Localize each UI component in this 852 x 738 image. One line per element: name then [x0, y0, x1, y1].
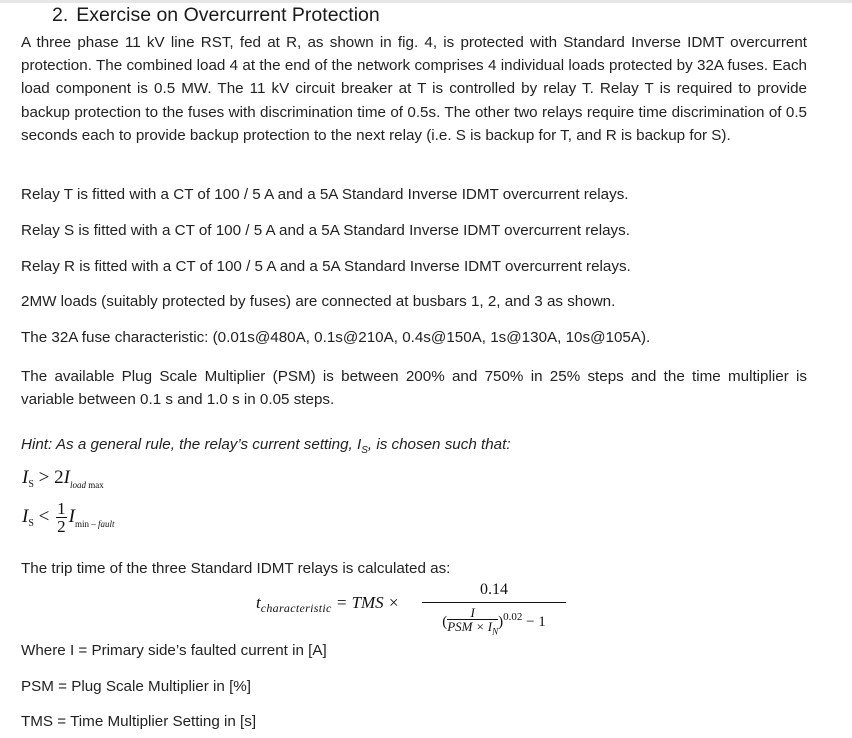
- trip-time-intro: The trip time of the three Standard IDMT…: [21, 560, 451, 577]
- minus-one: − 1: [522, 614, 546, 630]
- fraction-denominator: (I PSM × IN)0.02 − 1: [442, 605, 546, 639]
- load-subscript: load: [69, 480, 86, 490]
- in-subscript: N: [492, 626, 499, 637]
- fault-subscript: fault: [97, 518, 115, 529]
- section-heading: 2. Exercise on Overcurrent Protection: [52, 4, 380, 27]
- inner-denominator: PSM × I: [447, 619, 493, 635]
- less-than-op: <: [33, 505, 55, 527]
- definition-psm: PSM = Plug Scale Multiplier in [%]: [21, 678, 252, 695]
- fraction-denominator: 2: [57, 517, 66, 536]
- section-title: Exercise on Overcurrent Protection: [76, 4, 380, 26]
- relay-s-line: Relay S is fitted with a CT of 100 / 5 A…: [21, 222, 630, 239]
- section-number: 2.: [52, 4, 69, 26]
- fraction-numerator: 1: [56, 499, 67, 518]
- psm-paragraph: The available Plug Scale Multiplier (PSM…: [21, 368, 807, 409]
- fraction-numerator: 0.14: [480, 581, 508, 598]
- relay-r-line: Relay R is fitted with a CT of 100 / 5 A…: [21, 258, 631, 275]
- hint-text: Hint: As a general rule, the relay’s cur…: [21, 436, 511, 456]
- hint-subscript: S: [361, 445, 368, 457]
- loads-line: 2MW loads (suitably protected by fuses) …: [21, 293, 616, 310]
- hint-prefix: Hint: As a general rule, the relay’s cur…: [21, 436, 362, 453]
- fuse-characteristic-line: The 32A fuse characteristic: (0.01s@480A…: [21, 329, 651, 346]
- rule-min-setting-equation: IS > 2Iload max: [22, 467, 104, 490]
- half-fraction: 12: [56, 500, 67, 535]
- characteristic-subscript: characteristic: [260, 601, 332, 615]
- max-subscript: max: [85, 480, 104, 490]
- inner-numerator: I: [447, 606, 499, 621]
- min-subscript: min –: [74, 518, 98, 529]
- definition-i: Where I = Primary side’s faulted current…: [21, 642, 327, 659]
- intro-paragraph: A three phase 11 kV line RST, fed at R, …: [21, 34, 807, 144]
- greater-than-op: > 2: [33, 467, 64, 488]
- relay-t-line: Relay T is fitted with a CT of 100 / 5 A…: [21, 186, 629, 203]
- definition-tms: TMS = Time Multiplier Setting in [s]: [21, 713, 257, 730]
- current-ratio-fraction: I PSM × IN: [447, 606, 499, 639]
- trip-time-formula: tcharacteristic = TMS × 0.14 (I PSM × IN)…: [256, 578, 576, 637]
- main-fraction: 0.14 (I PSM × IN)0.02 − 1: [422, 578, 566, 639]
- rule-max-setting-equation: IS < 1 2 Imin – fault: [22, 500, 114, 535]
- formula-lhs: tcharacteristic = TMS ×: [256, 593, 399, 616]
- exponent: 0.02: [503, 611, 523, 623]
- hint-suffix: , is chosen such that:: [367, 436, 511, 453]
- top-border: [0, 0, 852, 3]
- equals-tms-times: = TMS ×: [331, 593, 400, 612]
